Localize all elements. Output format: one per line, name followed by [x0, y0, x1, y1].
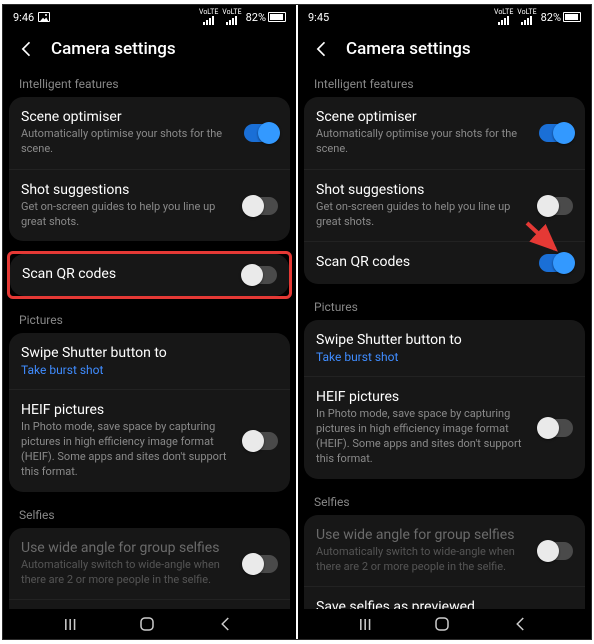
status-bar: 9:45 VoLTE VoLTE 82% — [298, 5, 591, 29]
heif-title: HEIF pictures — [316, 389, 529, 405]
scene-title: Scene optimiser — [316, 109, 529, 125]
page-title: Camera settings — [51, 39, 176, 59]
back-icon[interactable] — [17, 39, 37, 59]
wide-title: Use wide angle for group selfies — [316, 527, 529, 543]
nav-recents-icon[interactable]: III — [359, 615, 372, 634]
toggle-scene[interactable] — [539, 124, 573, 142]
toggle-heif[interactable] — [244, 432, 278, 450]
card-pictures: Swipe Shutter button to Take burst shot … — [304, 320, 585, 478]
nav-back-icon[interactable] — [217, 615, 235, 633]
heif-desc: In Photo mode, save space by capturing p… — [21, 420, 234, 479]
status-bar: 9:46 VoLTE VoLTE 82% — [3, 5, 296, 29]
heif-desc: In Photo mode, save space by capturing p… — [316, 407, 529, 466]
row-scan-qr[interactable]: Scan QR codes — [304, 241, 585, 284]
swipe-sub: Take burst shot — [21, 363, 278, 377]
signal-1: VoLTE — [199, 9, 218, 25]
card-intelligent: Scene optimiser Automatically optimise y… — [304, 97, 585, 284]
nav-home-icon[interactable] — [138, 615, 156, 633]
card-intelligent: Scene optimiser Automatically optimise y… — [9, 97, 290, 241]
qr-title: Scan QR codes — [22, 266, 233, 282]
nav-bar: III — [3, 609, 296, 639]
section-pictures: Pictures — [9, 307, 290, 333]
toggle-wide — [539, 542, 573, 560]
highlight-box: Scan QR codes — [7, 251, 292, 299]
clock: 9:46 — [13, 11, 34, 24]
shot-title: Shot suggestions — [316, 182, 529, 198]
battery: 82% — [246, 11, 286, 24]
shot-desc: Get on-screen guides to help you line up… — [316, 200, 529, 230]
screen-left: 9:46 VoLTE VoLTE 82% Camera settings Int… — [3, 5, 296, 639]
swipe-title: Swipe Shutter button to — [316, 332, 573, 348]
screen-right: 9:45 VoLTE VoLTE 82% Camera settings Int… — [298, 5, 591, 639]
heif-title: HEIF pictures — [21, 402, 234, 418]
row-swipe-shutter[interactable]: Swipe Shutter button to Take burst shot — [304, 320, 585, 376]
row-wide-angle: Use wide angle for group selfies Automat… — [9, 528, 290, 600]
section-intelligent: Intelligent features — [9, 71, 290, 97]
wide-desc: Automatically switch to wide-angle when … — [21, 558, 234, 588]
row-wide-angle: Use wide angle for group selfies Automat… — [304, 515, 585, 587]
card-pictures: Swipe Shutter button to Take burst shot … — [9, 333, 290, 491]
toggle-qr[interactable] — [539, 254, 573, 272]
page-header: Camera settings — [3, 29, 296, 71]
nav-bar: III — [298, 609, 591, 639]
battery: 82% — [541, 11, 581, 24]
signal-2: VoLTE — [222, 9, 241, 25]
row-scan-qr[interactable]: Scan QR codes — [10, 254, 289, 296]
section-selfies: Selfies — [304, 489, 585, 515]
qr-title: Scan QR codes — [316, 254, 529, 270]
card-selfies: Use wide angle for group selfies Automat… — [304, 515, 585, 609]
toggle-scene[interactable] — [244, 124, 278, 142]
signal-1: VoLTE — [494, 9, 513, 25]
nav-home-icon[interactable] — [433, 615, 451, 633]
row-save-selfies[interactable]: Save selfies as previewed Save selfies a… — [304, 586, 585, 609]
wide-desc: Automatically switch to wide-angle when … — [316, 545, 529, 575]
section-pictures: Pictures — [304, 294, 585, 320]
section-intelligent: Intelligent features — [304, 71, 585, 97]
toggle-shot[interactable] — [539, 197, 573, 215]
page-header: Camera settings — [298, 29, 591, 71]
toggle-heif[interactable] — [539, 419, 573, 437]
shot-title: Shot suggestions — [21, 182, 234, 198]
section-selfies: Selfies — [9, 502, 290, 528]
toggle-wide — [244, 555, 278, 573]
clock: 9:45 — [308, 11, 329, 24]
nav-back-icon[interactable] — [512, 615, 530, 633]
toggle-shot[interactable] — [244, 197, 278, 215]
scene-desc: Automatically optimise your shots for th… — [21, 127, 234, 157]
row-swipe-shutter[interactable]: Swipe Shutter button to Take burst shot — [9, 333, 290, 389]
scene-title: Scene optimiser — [21, 109, 234, 125]
swipe-sub: Take burst shot — [316, 350, 573, 364]
row-shot-suggestions[interactable]: Shot suggestions Get on-screen guides to… — [9, 169, 290, 242]
row-save-selfies[interactable]: Save selfies as previewed Save selfies a… — [9, 599, 290, 609]
signal-2: VoLTE — [517, 9, 536, 25]
shot-desc: Get on-screen guides to help you line up… — [21, 200, 234, 230]
row-shot-suggestions[interactable]: Shot suggestions Get on-screen guides to… — [304, 169, 585, 242]
row-scene-optimiser[interactable]: Scene optimiser Automatically optimise y… — [304, 97, 585, 169]
card-selfies: Use wide angle for group selfies Automat… — [9, 528, 290, 609]
back-icon[interactable] — [312, 39, 332, 59]
page-title: Camera settings — [346, 39, 471, 59]
wide-title: Use wide angle for group selfies — [21, 540, 234, 556]
row-heif[interactable]: HEIF pictures In Photo mode, save space … — [304, 376, 585, 478]
nav-recents-icon[interactable]: III — [64, 615, 77, 634]
row-heif[interactable]: HEIF pictures In Photo mode, save space … — [9, 389, 290, 491]
swipe-title: Swipe Shutter button to — [21, 345, 278, 361]
scene-desc: Automatically optimise your shots for th… — [316, 127, 529, 157]
screenshot-icon — [38, 12, 50, 22]
save-title: Save selfies as previewed — [316, 599, 529, 609]
row-scene-optimiser[interactable]: Scene optimiser Automatically optimise y… — [9, 97, 290, 169]
toggle-qr[interactable] — [243, 266, 277, 284]
